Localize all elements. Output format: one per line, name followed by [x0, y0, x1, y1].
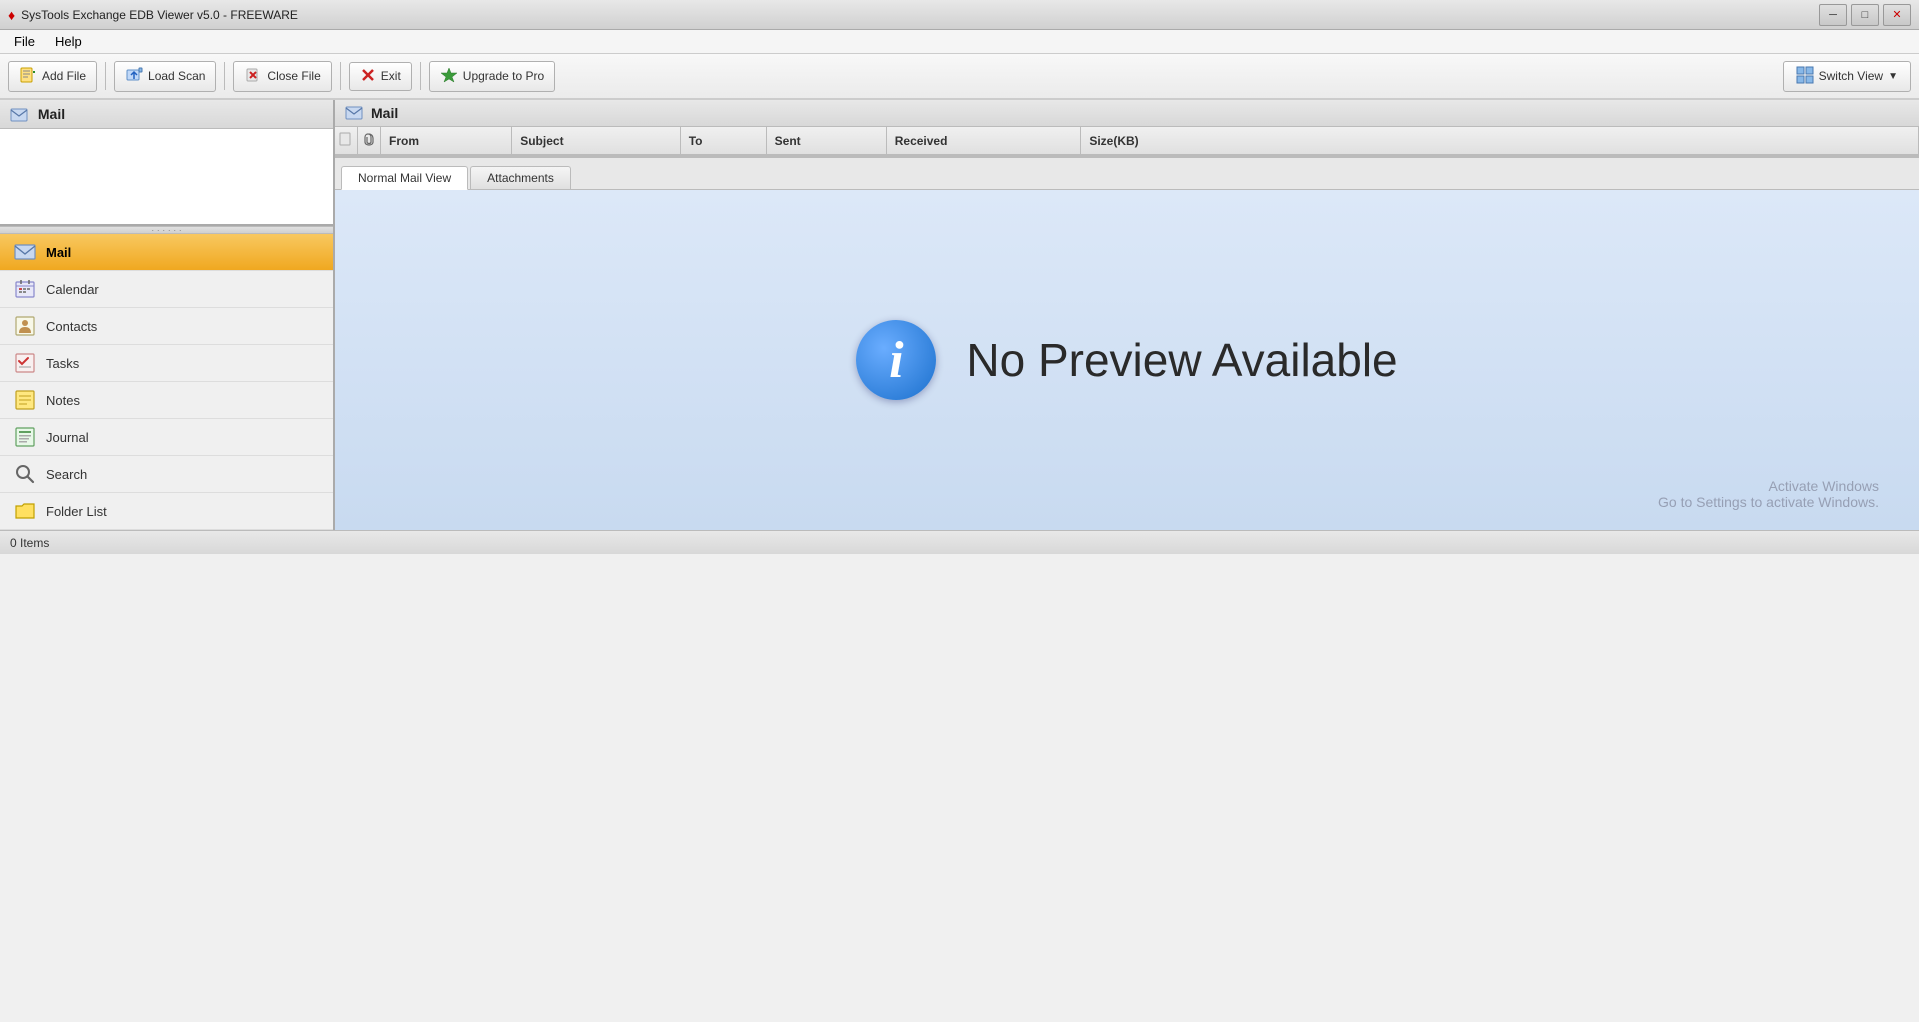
sidebar-item-tasks[interactable]: Tasks — [0, 345, 333, 382]
menu-bar: File Help — [0, 30, 1919, 54]
no-preview-container: i No Preview Available — [856, 320, 1397, 400]
sidebar-item-contacts[interactable]: Contacts — [0, 308, 333, 345]
toolbar: Add File Load Scan — [0, 54, 1919, 100]
status-bar: 0 Items — [0, 530, 1919, 554]
toolbar-left: Add File Load Scan — [8, 61, 555, 92]
activate-windows-watermark: Activate Windows Go to Settings to activ… — [1658, 478, 1879, 510]
calendar-icon — [14, 278, 36, 300]
sep1 — [105, 62, 106, 90]
journal-icon — [14, 426, 36, 448]
exit-icon — [360, 67, 376, 86]
close-button[interactable]: ✕ — [1883, 4, 1911, 26]
sidebar-nav: Mail Calendar — [0, 234, 333, 530]
load-scan-label: Load Scan — [148, 69, 205, 83]
switch-view-dropdown-icon: ▼ — [1888, 71, 1898, 82]
mail-header-icon — [345, 106, 363, 120]
close-file-button[interactable]: Close File — [233, 61, 331, 92]
col-received[interactable]: Received — [886, 127, 1081, 155]
menu-file[interactable]: File — [6, 32, 43, 51]
sidebar-header: Mail — [0, 100, 333, 129]
items-count: 0 Items — [10, 536, 49, 550]
sidebar-tree[interactable] — [0, 129, 333, 226]
title-bar: ♦ SysTools Exchange EDB Viewer v5.0 - FR… — [0, 0, 1919, 30]
info-icon: i — [856, 320, 936, 400]
preview-tabs-bar: Normal Mail View Attachments — [335, 158, 1919, 190]
mail-table-area[interactable]: From Subject To Sent Received Size(KB) — [335, 127, 1919, 158]
preview-area: i No Preview Available Activate Windows … — [335, 190, 1919, 530]
col-sent[interactable]: Sent — [766, 127, 886, 155]
app-logo: ♦ — [8, 7, 15, 23]
mail-list-header: Mail — [335, 100, 1919, 127]
switch-view-button[interactable]: Switch View ▼ — [1783, 61, 1911, 92]
activate-line2: Go to Settings to activate Windows. — [1658, 494, 1879, 510]
sep4 — [420, 62, 421, 90]
close-file-icon — [244, 66, 262, 87]
title-bar-controls: ─ □ ✕ — [1819, 4, 1911, 26]
sidebar-item-calendar[interactable]: Calendar — [0, 271, 333, 308]
exit-button[interactable]: Exit — [349, 62, 412, 91]
switch-view-icon — [1796, 66, 1814, 87]
col-size[interactable]: Size(KB) — [1081, 127, 1919, 155]
upgrade-label: Upgrade to Pro — [463, 69, 544, 83]
sidebar: Mail · · · · · · Mail — [0, 100, 335, 530]
col-from[interactable]: From — [381, 127, 512, 155]
table-header-row: From Subject To Sent Received Size(KB) — [335, 127, 1919, 155]
content-area: Mail — [335, 100, 1919, 530]
close-file-label: Close File — [267, 69, 320, 83]
tasks-icon — [14, 352, 36, 374]
maximize-button[interactable]: □ — [1851, 4, 1879, 26]
minimize-button[interactable]: ─ — [1819, 4, 1847, 26]
sidebar-item-mail[interactable]: Mail — [0, 234, 333, 271]
activate-line1: Activate Windows — [1658, 478, 1879, 494]
switch-view-label: Switch View — [1819, 69, 1883, 83]
col-to[interactable]: To — [680, 127, 766, 155]
add-file-label: Add File — [42, 69, 86, 83]
app-title: SysTools Exchange EDB Viewer v5.0 - FREE… — [21, 8, 298, 22]
mail-table: From Subject To Sent Received Size(KB) — [335, 127, 1919, 156]
sidebar-item-notes[interactable]: Notes — [0, 382, 333, 419]
col-flag[interactable] — [335, 127, 358, 155]
no-preview-text: No Preview Available — [966, 333, 1397, 387]
sidebar-item-journal[interactable]: Journal — [0, 419, 333, 456]
tab-attachments[interactable]: Attachments — [470, 166, 571, 189]
sidebar-item-folder-list[interactable]: Folder List — [0, 493, 333, 530]
add-file-button[interactable]: Add File — [8, 61, 97, 92]
col-subject[interactable]: Subject — [512, 127, 680, 155]
load-scan-icon — [125, 66, 143, 87]
col-attach[interactable] — [358, 127, 381, 155]
mail-icon — [14, 241, 36, 263]
sidebar-mail-icon — [10, 106, 32, 122]
menu-help[interactable]: Help — [47, 32, 90, 51]
contacts-icon — [14, 315, 36, 337]
sidebar-resize-handle[interactable]: · · · · · · — [0, 226, 333, 234]
sep3 — [340, 62, 341, 90]
search-nav-icon — [14, 463, 36, 485]
upgrade-button[interactable]: Upgrade to Pro — [429, 61, 555, 92]
load-scan-button[interactable]: Load Scan — [114, 61, 216, 92]
title-bar-left: ♦ SysTools Exchange EDB Viewer v5.0 - FR… — [8, 7, 298, 23]
upgrade-icon — [440, 66, 458, 87]
add-file-icon — [19, 66, 37, 87]
sidebar-item-search[interactable]: Search — [0, 456, 333, 493]
exit-label: Exit — [381, 69, 401, 83]
sep2 — [224, 62, 225, 90]
folder-list-icon — [14, 500, 36, 522]
main-split: Mail · · · · · · Mail — [0, 100, 1919, 530]
notes-icon — [14, 389, 36, 411]
tab-normal-mail-view[interactable]: Normal Mail View — [341, 166, 468, 190]
